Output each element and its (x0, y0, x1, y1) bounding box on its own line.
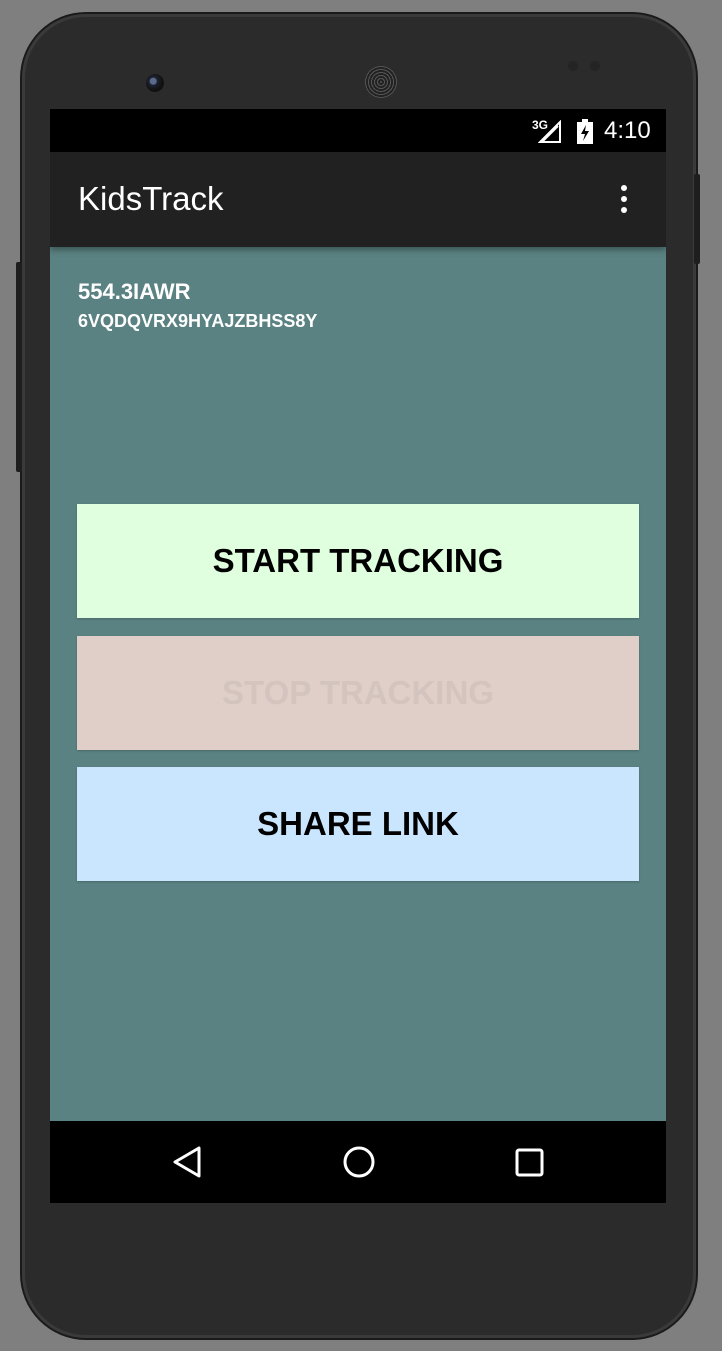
front-camera-icon (146, 74, 164, 92)
main-content: 554.3IAWR 6VQDQVRX9HYAJZBHSS8Y START TRA… (50, 247, 666, 1121)
tracking-code-primary: 554.3IAWR (78, 279, 191, 304)
earpiece-speaker-icon (365, 66, 397, 98)
menu-dot (621, 185, 627, 191)
menu-dot (621, 196, 627, 202)
proximity-sensor-icon (568, 61, 578, 71)
menu-dot (621, 207, 627, 213)
share-link-button[interactable]: SHARE LINK (77, 767, 639, 881)
more-vert-icon[interactable] (620, 185, 628, 215)
navigation-bar (50, 1121, 666, 1203)
volume-button (16, 262, 22, 472)
status-time: 4:10 (604, 117, 651, 144)
stop-tracking-button[interactable]: STOP TRACKING (77, 636, 639, 750)
phone-frame: 3G 4:10 KidsTrack 554.3IAWR 6VQDQVRX9HYA (16, 14, 700, 1338)
app-title: KidsTrack (78, 180, 224, 217)
home-circle-icon[interactable] (342, 1145, 376, 1179)
battery-charging-icon (577, 119, 593, 144)
power-button (694, 174, 700, 264)
device-screen: 3G 4:10 KidsTrack 554.3IAWR 6VQDQVRX9HYA (50, 109, 666, 1203)
recents-square-icon[interactable] (514, 1145, 544, 1179)
tracking-code-secondary: 6VQDQVRX9HYAJZBHSS8Y (78, 311, 318, 331)
start-tracking-button[interactable]: START TRACKING (77, 504, 639, 618)
app-bar: KidsTrack (50, 152, 666, 247)
status-bar: 3G 4:10 (50, 109, 666, 152)
light-sensor-icon (590, 61, 600, 71)
back-triangle-icon[interactable] (171, 1145, 203, 1179)
signal-icon (538, 120, 561, 143)
